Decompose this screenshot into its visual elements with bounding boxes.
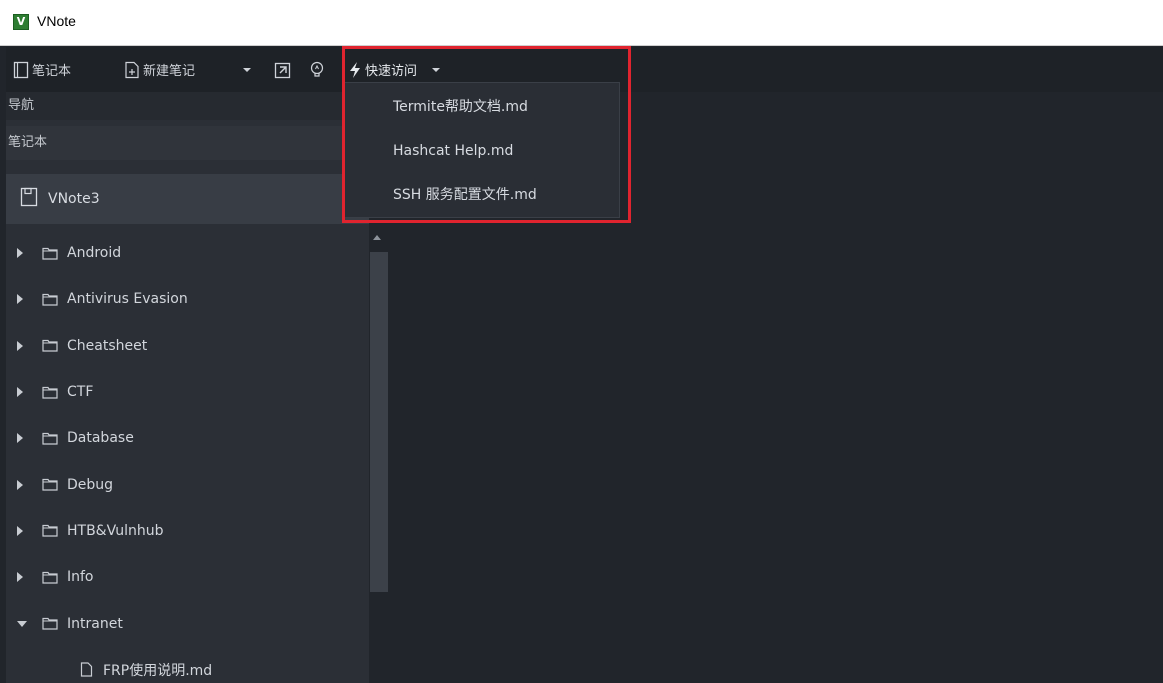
- caret-right-icon[interactable]: [17, 525, 27, 536]
- caret-down-icon[interactable]: [17, 620, 27, 627]
- navigation-header: 导航: [6, 92, 369, 120]
- notebook-icon: [20, 187, 38, 211]
- folder-icon: [42, 571, 58, 584]
- folder-icon: [42, 247, 58, 260]
- quick-access-item-termite[interactable]: Termite帮助文档.md: [345, 84, 621, 128]
- tree-item-cheatsheet[interactable]: Cheatsheet: [6, 323, 369, 369]
- tree-item-htb-vulnhub[interactable]: HTB&Vulnhub: [6, 508, 369, 554]
- import-icon: [274, 61, 292, 79]
- folder-icon: [42, 339, 58, 352]
- tree-item-ctf[interactable]: CTF: [6, 369, 369, 415]
- tree-item-label: CTF: [67, 384, 94, 401]
- quick-access-chevron-down-icon: [431, 66, 441, 74]
- folder-icon: [42, 386, 58, 399]
- lightning-icon: [348, 61, 362, 79]
- tree-item-frp-file[interactable]: FRP使用说明.md: [6, 647, 369, 683]
- tree-item-intranet[interactable]: Intranet: [6, 600, 369, 646]
- menu-item-label: Hashcat Help.md: [393, 143, 514, 159]
- folder-icon: [42, 524, 58, 538]
- folder-icon: [42, 293, 58, 306]
- file-icon: [80, 662, 93, 677]
- menu-item-label: Termite帮助文档.md: [393, 99, 528, 115]
- caret-right-icon[interactable]: [17, 248, 27, 259]
- folder-icon: [42, 478, 58, 491]
- tree-item-label: FRP使用说明.md: [103, 662, 213, 679]
- tree-item-label: Cheatsheet: [67, 337, 148, 354]
- tree-item-label: Antivirus Evasion: [67, 291, 188, 308]
- vnote-window: V VNote 笔记本 新建笔记 快速访问 导航 笔记本 VNote3 Andr…: [0, 0, 1163, 683]
- new-note-button[interactable]: 新建笔记: [124, 47, 195, 92]
- new-note-icon: [124, 61, 140, 79]
- notebook-selector[interactable]: VNote3: [6, 174, 369, 224]
- window-title: VNote: [37, 13, 76, 29]
- lightbulb-icon: [309, 61, 325, 79]
- tree-item-antivirus-evasion[interactable]: Antivirus Evasion: [6, 276, 369, 322]
- navigation-panel: 导航 笔记本 VNote3 Android Antivirus Evasion: [6, 92, 369, 683]
- tips-button[interactable]: [309, 47, 325, 92]
- notebook-button[interactable]: 笔记本: [13, 47, 71, 92]
- notebook-icon: [13, 61, 29, 79]
- quick-access-item-hashcat[interactable]: Hashcat Help.md: [345, 129, 621, 173]
- notebook-button-label: 笔记本: [32, 64, 72, 79]
- tree-item-label: Database: [67, 430, 134, 447]
- vnote-logo-icon: V: [13, 14, 29, 30]
- quick-access-item-ssh[interactable]: SSH 服务配置文件.md: [345, 172, 621, 216]
- new-note-button-label: 新建笔记: [143, 64, 196, 79]
- tree-item-database[interactable]: Database: [6, 415, 369, 461]
- title-bar: V VNote: [0, 0, 1163, 46]
- tree-item-label: Info: [67, 569, 94, 586]
- tree-item-debug[interactable]: Debug: [6, 461, 369, 507]
- tree-item-label: Intranet: [67, 615, 123, 632]
- folder-icon: [42, 432, 58, 445]
- folder-icon: [42, 617, 58, 630]
- import-button[interactable]: [274, 47, 292, 92]
- new-note-dropdown-button[interactable]: [242, 47, 252, 92]
- menu-item-label: SSH 服务配置文件.md: [393, 187, 537, 203]
- caret-right-icon[interactable]: [17, 387, 27, 398]
- quick-access-label: 快速访问: [365, 64, 418, 79]
- tree-item-label: HTB&Vulnhub: [67, 522, 164, 539]
- notebook-tree: Android Antivirus Evasion Cheatsheet CTF: [6, 230, 369, 683]
- tree-item-label: Android: [67, 245, 122, 262]
- quick-access-menu: Termite帮助文档.md Hashcat Help.md SSH 服务配置文…: [344, 82, 620, 218]
- scroll-up-arrow-icon[interactable]: [373, 235, 381, 240]
- scrollbar-thumb[interactable]: [370, 252, 388, 592]
- tree-item-label: Debug: [67, 476, 114, 493]
- notebook-section-header: 笔记本: [6, 126, 369, 160]
- caret-right-icon[interactable]: [17, 433, 27, 444]
- caret-right-icon[interactable]: [17, 340, 27, 351]
- caret-right-icon[interactable]: [17, 294, 27, 305]
- caret-right-icon[interactable]: [17, 479, 27, 490]
- chevron-down-icon: [242, 66, 252, 74]
- tree-item-info[interactable]: Info: [6, 554, 369, 600]
- tree-item-android[interactable]: Android: [6, 230, 369, 276]
- caret-right-icon[interactable]: [17, 572, 27, 583]
- current-notebook-name: VNote3: [48, 191, 100, 207]
